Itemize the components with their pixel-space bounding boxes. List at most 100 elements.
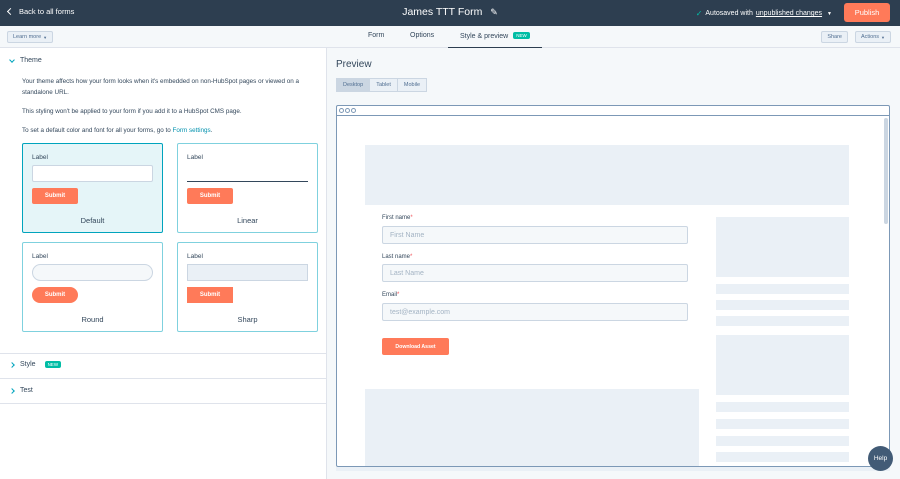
placeholder-content-block xyxy=(365,389,699,466)
unpublished-changes-link[interactable]: unpublished changes xyxy=(756,10,822,17)
theme-sample-input xyxy=(32,264,153,281)
theme-card-sharp[interactable]: Label Submit Sharp xyxy=(177,242,318,332)
left-panel: Theme Your theme affects how your form l… xyxy=(0,48,327,479)
placeholder-header-block xyxy=(365,145,849,205)
first-name-label: First name* xyxy=(382,215,413,221)
placeholder-side-block xyxy=(716,217,849,277)
required-marker: * xyxy=(397,292,400,298)
theme-card-default[interactable]: Label Submit Default xyxy=(22,143,163,233)
last-name-input[interactable]: Last Name xyxy=(382,264,688,282)
form-title-text: James TTT Form xyxy=(402,6,483,18)
placeholder-side-line xyxy=(716,300,849,310)
theme-sample-submit: Submit xyxy=(32,188,78,204)
learn-more-label: Learn more xyxy=(13,34,42,40)
theme-sample-submit: Submit xyxy=(32,287,78,303)
theme-sample-input xyxy=(187,264,308,281)
tab-style-preview-label: Style & preview xyxy=(460,33,509,40)
form-settings-suffix: . xyxy=(210,127,213,134)
tab-options[interactable]: Options xyxy=(410,32,434,39)
first-name-input[interactable]: First Name xyxy=(382,226,688,244)
chevron-down-icon xyxy=(9,56,15,63)
placeholder-side-line xyxy=(716,316,849,326)
actions-label: Actions xyxy=(860,34,880,40)
theme-sample-submit: Submit xyxy=(187,287,233,303)
new-badge: NEW xyxy=(44,361,62,368)
form-settings-note: To set a default color and font for all … xyxy=(22,125,320,136)
placeholder-side-line xyxy=(716,402,849,412)
form-settings-prefix: To set a default color and font for all … xyxy=(22,127,171,134)
tab-bar: Learn more ▼ Form Options Style & previe… xyxy=(0,26,900,49)
theme-section-toggle[interactable]: Theme xyxy=(9,56,42,64)
chevron-right-icon xyxy=(9,361,15,368)
download-asset-button[interactable]: Download Asset xyxy=(382,338,449,355)
preview-panel: Preview Desktop Tablet Mobile First name… xyxy=(328,48,900,479)
theme-sample-label: Label xyxy=(32,253,48,260)
autosave-prefix: Autosaved with xyxy=(705,10,753,17)
chevron-right-icon xyxy=(9,387,15,394)
theme-sample-submit: Submit xyxy=(187,188,233,204)
vertical-scrollbar[interactable] xyxy=(884,118,888,224)
theme-description: Your theme affects how your form looks w… xyxy=(22,78,300,96)
help-button[interactable]: Help xyxy=(868,446,893,471)
caret-down-icon[interactable]: ▼ xyxy=(827,11,832,17)
style-section-toggle[interactable]: Style NEW xyxy=(9,361,62,368)
share-button[interactable]: Share xyxy=(821,31,848,43)
required-marker: * xyxy=(410,254,413,260)
last-name-label-text: Last name xyxy=(382,254,411,260)
browser-frame: First name* First Name Last name* Last N… xyxy=(336,105,890,467)
theme-sample-label: Label xyxy=(187,253,203,260)
theme-heading: Theme xyxy=(20,57,42,64)
device-tab-tablet[interactable]: Tablet xyxy=(369,78,398,92)
theme-sample-label: Label xyxy=(187,154,203,161)
actions-button[interactable]: Actions ▼ xyxy=(854,31,891,43)
learn-more-button[interactable]: Learn more ▼ xyxy=(7,31,54,43)
check-icon: ✓ xyxy=(695,9,703,18)
preview-title: Preview xyxy=(336,59,372,70)
theme-card-linear[interactable]: Label Submit Linear xyxy=(177,143,318,233)
email-label-text: Email xyxy=(382,292,398,298)
device-tab-mobile[interactable]: Mobile xyxy=(396,78,428,92)
email-placeholder: test@example.com xyxy=(390,308,451,316)
device-tabs: Desktop Tablet Mobile xyxy=(336,78,428,92)
placeholder-side-line xyxy=(716,284,849,294)
test-section-toggle[interactable]: Test xyxy=(9,387,33,394)
section-divider xyxy=(0,403,327,404)
first-name-label-text: First name xyxy=(382,215,411,221)
new-badge: NEW xyxy=(513,32,530,39)
first-name-placeholder: First Name xyxy=(390,231,425,239)
last-name-label: Last name* xyxy=(382,254,412,260)
theme-name: Default xyxy=(80,216,105,225)
publish-button[interactable]: Publish xyxy=(844,3,890,22)
email-input[interactable]: test@example.com xyxy=(382,303,688,321)
email-label: Email* xyxy=(382,292,399,298)
cms-note: This styling won't be applied to your fo… xyxy=(22,108,242,115)
placeholder-side-line xyxy=(716,419,849,429)
tab-style-preview[interactable]: Style & preview NEW xyxy=(448,32,542,49)
autosave-status: ✓ Autosaved with unpublished changes ▼ xyxy=(696,9,832,18)
horizontal-scrollbar[interactable] xyxy=(336,467,890,471)
tab-form-label: Form xyxy=(368,32,385,39)
placeholder-side-line xyxy=(716,436,849,446)
tab-form[interactable]: Form xyxy=(368,32,384,39)
last-name-placeholder: Last Name xyxy=(390,269,424,277)
caret-down-icon: ▼ xyxy=(881,34,885,40)
section-divider xyxy=(0,378,327,379)
theme-card-round[interactable]: Label Submit Round xyxy=(22,242,163,332)
required-marker: * xyxy=(410,215,413,221)
window-dot-icon xyxy=(345,108,350,113)
window-dot-icon xyxy=(339,108,344,113)
top-bar: Back to all forms James TTT Form ✎ ✓ Aut… xyxy=(0,0,900,26)
form-settings-link[interactable]: Form settings xyxy=(173,127,211,134)
theme-name: Sharp xyxy=(237,315,258,324)
theme-name: Round xyxy=(81,315,104,324)
theme-sample-input xyxy=(187,165,308,182)
caret-down-icon: ▼ xyxy=(43,34,48,40)
theme-sample-input xyxy=(32,165,153,182)
browser-bar xyxy=(337,106,889,116)
style-heading: Style xyxy=(20,361,36,368)
pencil-icon[interactable]: ✎ xyxy=(490,7,498,18)
device-tab-desktop[interactable]: Desktop xyxy=(336,78,371,92)
theme-sample-label: Label xyxy=(32,154,48,161)
theme-name: Linear xyxy=(237,216,258,225)
section-divider xyxy=(0,353,327,354)
